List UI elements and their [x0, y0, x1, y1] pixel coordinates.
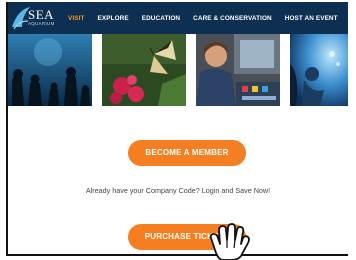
hand-pointer-cursor-icon — [205, 220, 253, 260]
nav-item-host-an-event[interactable]: HOST AN EVENT — [285, 15, 338, 22]
nav-item-visit[interactable]: VISIT — [68, 15, 84, 22]
nav-item-education[interactable]: EDUCATION — [142, 15, 180, 22]
company-code-login-link[interactable]: Already have your Company Code? Login an… — [8, 186, 348, 195]
photo-blue-aquarium — [290, 34, 348, 106]
nav-item-explore[interactable]: EXPLORE — [97, 15, 128, 22]
photo-butterfly-flowers — [102, 34, 186, 106]
photo-aquarium-visitors — [8, 34, 92, 106]
photo-exhibit-interaction — [196, 34, 280, 106]
top-navigation-bar: SEA AQUARIUM VISIT EXPLORE EDUCATION CAR… — [8, 2, 348, 34]
nav-item-care-conservation[interactable]: CARE & CONSERVATION — [193, 15, 272, 22]
photo-strip — [8, 34, 348, 110]
sea-aquarium-logo[interactable]: SEA AQUARIUM — [8, 2, 62, 34]
nav-menu: VISIT EXPLORE EDUCATION CARE & CONSERVAT… — [68, 2, 348, 34]
page: SEA AQUARIUM VISIT EXPLORE EDUCATION CAR… — [0, 0, 356, 260]
browser-viewport: SEA AQUARIUM VISIT EXPLORE EDUCATION CAR… — [6, 2, 348, 256]
become-a-member-button[interactable]: BECOME A MEMBER — [128, 140, 246, 166]
logo-subtitle: AQUARIUM — [28, 21, 55, 26]
